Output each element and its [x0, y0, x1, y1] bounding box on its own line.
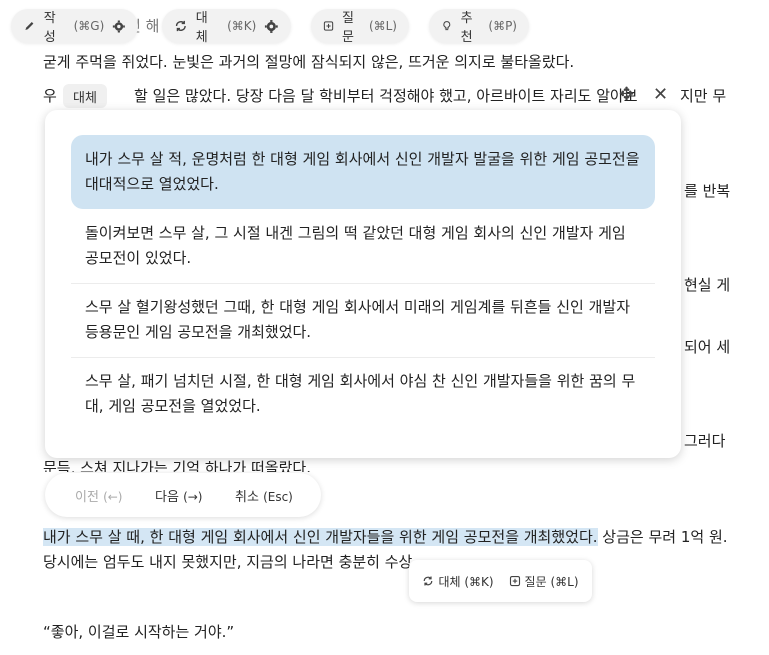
- pen-icon: [25, 22, 34, 30]
- replace-option-3[interactable]: 스무 살 혈기왕성했던 그때, 한 대형 게임 회사에서 미래의 게임계를 뒤흔…: [71, 283, 655, 357]
- doc-highlight-line: 내가 스무 살 때, 한 대형 게임 회사에서 신인 개발자들을 위한 게임 공…: [43, 527, 728, 547]
- doc-line-partial: 문득, 스쳐 지나가는 기억 하나가 떠올랐다.: [43, 459, 311, 472]
- replace-panel-tag: 대체: [63, 84, 107, 108]
- mini-replace-button[interactable]: 대체 (⌘K): [422, 573, 494, 590]
- doc-line-2-end: 지만 무: [680, 87, 727, 105]
- prev-shortcut: (←): [103, 489, 123, 504]
- next-label: 다음: [155, 489, 179, 505]
- move-icon[interactable]: ✥: [619, 84, 634, 105]
- next-shortcut: (→): [183, 489, 203, 504]
- mini-question-shortcut: (⌘L): [550, 574, 579, 589]
- question-shortcut: (⌘L): [368, 19, 397, 33]
- replace-option-2[interactable]: 돌이켜보면 스무 살, 그 시절 내겐 그림의 떡 같았던 대형 게임 회사의 …: [71, 209, 655, 283]
- doc-line-1: 굳게 주먹을 쥐었다. 눈빛은 과거의 절망에 잠식되지 않은, 뜨거운 의지로…: [43, 53, 575, 71]
- write-chip[interactable]: 작성 (⌘G): [11, 9, 138, 45]
- cancel-label: 취소: [235, 489, 259, 505]
- mini-replace-label: 대체: [438, 574, 461, 589]
- cancel-shortcut: (Esc): [263, 489, 293, 504]
- write-label: 작성: [43, 11, 56, 45]
- doc-line-next: 당시에는 엄두도 내지 못했지만, 지금의 나라면 충분히 수상: [43, 553, 413, 571]
- lightbulb-icon: [443, 21, 451, 31]
- option-navigation-bar: 이전 (←) 다음 (→) 취소 (Esc): [45, 473, 321, 517]
- question-label: 질문: [342, 11, 355, 45]
- refresh-icon: [424, 576, 433, 585]
- mini-question-button[interactable]: 질문 (⌘L): [509, 573, 579, 590]
- doc-quote-line: “좋아, 이걸로 시작하는 거야.”: [43, 623, 235, 641]
- prev-label: 이전: [75, 489, 99, 505]
- recommend-shortcut: (⌘P): [488, 19, 517, 33]
- recommend-label: 추천: [460, 11, 473, 45]
- doc-highlight-after: 상금은 무려 1억 원.: [597, 528, 728, 546]
- doc-right-frag-4: 그러다: [684, 432, 726, 450]
- doc-line-2-start: 우: [43, 87, 57, 105]
- replace-panel: 내가 스무 살 적, 운명처럼 한 대형 게임 회사에서 신인 개발자 발굴을 …: [45, 110, 681, 458]
- write-shortcut: (⌘G): [73, 19, 105, 33]
- gear-icon[interactable]: [264, 19, 279, 34]
- mini-question-label: 질문: [524, 574, 547, 589]
- doc-right-frag-2: 현실 게: [684, 276, 731, 294]
- replace-shortcut: (⌘K): [227, 19, 257, 33]
- gear-icon[interactable]: [112, 19, 126, 34]
- recommend-chip[interactable]: 추천 (⌘P): [429, 9, 529, 45]
- refresh-icon: [175, 20, 186, 32]
- replace-label: 대체: [195, 11, 208, 45]
- replace-option-1[interactable]: 내가 스무 살 적, 운명처럼 한 대형 게임 회사에서 신인 개발자 발굴을 …: [71, 135, 655, 209]
- prev-button[interactable]: 이전 (←): [75, 486, 155, 505]
- next-button[interactable]: 다음 (→): [155, 486, 235, 505]
- doc-line-2-mid: 할 일은 많았다. 당장 다음 달 학비부터 걱정해야 했고, 아르바이트 자리…: [134, 87, 638, 105]
- selected-sentence[interactable]: 내가 스무 살 때, 한 대형 게임 회사에서 신인 개발자들을 위한 게임 공…: [43, 528, 598, 546]
- question-chip[interactable]: 질문 (⌘L): [311, 9, 409, 45]
- doc-right-frag-1: 를 반복: [684, 182, 731, 200]
- replace-chip[interactable]: 대체 (⌘K): [162, 9, 291, 45]
- cancel-button[interactable]: 취소 (Esc): [235, 486, 293, 505]
- plus-box-icon: [509, 575, 520, 586]
- replace-option-4[interactable]: 스무 살, 패기 넘치던 시절, 한 대형 게임 회사에서 야심 찬 신인 개발…: [71, 357, 655, 431]
- mini-replace-shortcut: (⌘K): [464, 574, 494, 589]
- close-icon[interactable]: ✕: [653, 84, 668, 105]
- plus-box-icon: [323, 21, 334, 31]
- selection-mini-toolbar: 대체 (⌘K) 질문 (⌘L): [409, 560, 592, 602]
- doc-right-frag-3: 되어 세: [684, 338, 731, 356]
